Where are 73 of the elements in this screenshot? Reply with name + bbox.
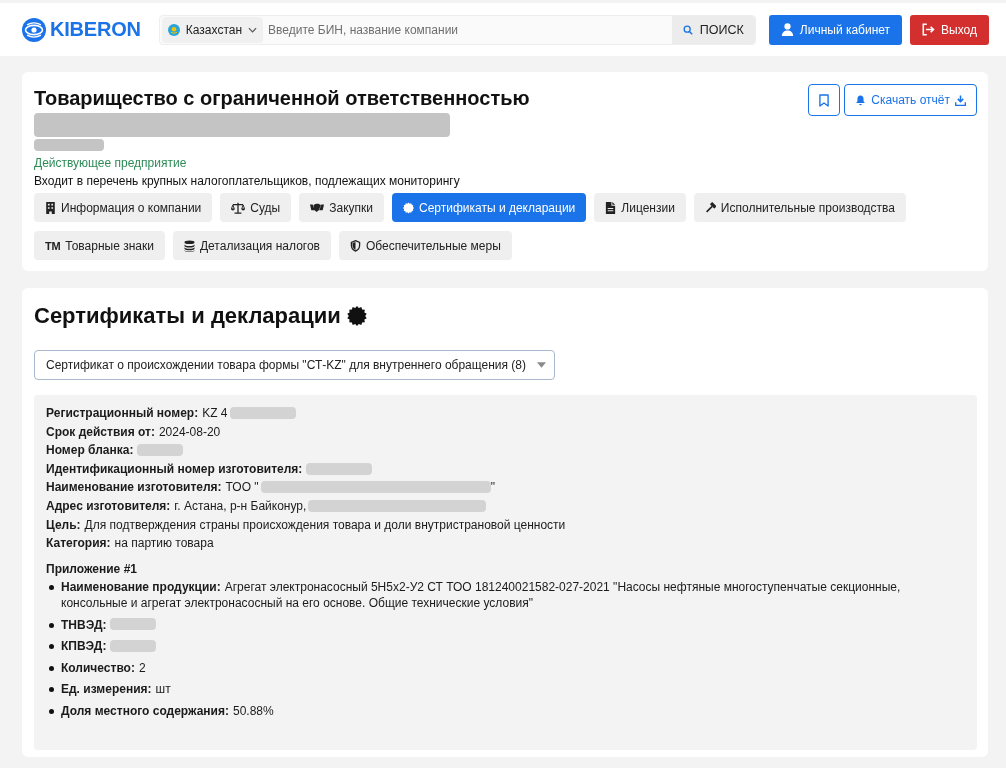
- bullet-icon: [49, 644, 54, 650]
- field-text: Наименование продукции: Агрегат электронасосный 5Н5х2-У2 СТ ТОО 181240021582-027-2021 "Насосы нефтяные многоступенчатые секционные, консольные и агрегат электронасосный на его основе. Общие технические условия": [61, 580, 901, 610]
- certificate-type-select[interactable]: Сертификат о происхождении товара формы "СТ-KZ" для внутреннего обращения (8): [34, 350, 555, 380]
- field-text: Количество: 2: [61, 660, 146, 675]
- company-legal-form: Товарищество с ограниченной ответственностью: [34, 86, 530, 111]
- section-tab[interactable]: Лицензии: [594, 193, 686, 222]
- certificate-badge-icon: [346, 306, 367, 326]
- field-value: ТОО ": [225, 480, 259, 495]
- bullet-icon: [49, 665, 54, 671]
- building-icon: [45, 201, 56, 214]
- redacted-text: [110, 639, 157, 652]
- redacted-text: [306, 462, 373, 475]
- bullet-icon: [49, 687, 54, 693]
- field-label: Идентификационный номер изготовителя:: [46, 461, 303, 476]
- field-text: Ед. измерения: шт: [61, 682, 171, 697]
- field-label: Номер бланка:: [46, 443, 134, 458]
- bullet-icon: [49, 622, 54, 628]
- field-label: Адрес изготовителя:: [46, 498, 171, 513]
- section-tab[interactable]: Обеспечительные меры: [338, 231, 512, 260]
- field-label: КПВЭД:: [61, 639, 107, 654]
- field-text: Срок действия от: 2024-08-20: [46, 424, 221, 439]
- logo-icon[interactable]: [22, 17, 46, 42]
- section-title: Сертификаты и декларации: [34, 302, 341, 330]
- section-tab[interactable]: Информация о компании: [34, 193, 213, 222]
- field-value: ": [490, 480, 495, 495]
- sign-out-icon: [922, 23, 936, 36]
- trademark-icon: TM: [45, 239, 61, 252]
- chevron-down-icon: [248, 26, 258, 33]
- scales-icon: [231, 201, 246, 214]
- field-value: KZ 4: [202, 406, 228, 420]
- field-label: Наименование изготовителя:: [46, 480, 222, 495]
- logo-text[interactable]: KIBERON: [50, 18, 141, 41]
- certificate-badge-icon: [403, 201, 414, 214]
- section-tab[interactable]: Детализация налогов: [172, 231, 331, 260]
- redacted-text: [110, 618, 157, 631]
- section-tab[interactable]: TM Товарные знаки: [34, 231, 165, 260]
- caret-icon: [537, 362, 546, 368]
- search-bar[interactable]: Казахстан Введите БИН, название компании ПОИСК: [158, 14, 756, 45]
- redacted-text: [137, 444, 184, 456]
- field-value: г. Астана, р-н Байконур,: [174, 498, 307, 513]
- field-text: Цель: Для подтверждения страны происхождения товара и доли внутристрановой ценности: [46, 517, 566, 532]
- download-report-button[interactable]: Скачать отчёт: [844, 84, 977, 116]
- gavel-icon: [704, 201, 716, 214]
- company-note: Входит в перечень крупных налогоплательщиков, подлежащих мониторингу: [34, 173, 461, 190]
- logout-button[interactable]: Выход: [910, 14, 989, 45]
- appendix-title: Приложение #1: [46, 561, 138, 578]
- company-status: Действующее предприятие: [34, 155, 188, 172]
- bookmark-button[interactable]: [808, 84, 841, 116]
- section-tab[interactable]: Исполнительные производства: [693, 193, 906, 222]
- shield-icon: [349, 239, 361, 252]
- account-button[interactable]: Личный кабинет: [768, 14, 903, 45]
- file-icon: [605, 201, 617, 214]
- flag-icon: [167, 23, 180, 36]
- user-icon: [780, 23, 794, 36]
- search-button[interactable]: ПОИСК: [671, 15, 755, 44]
- field-label: ТНВЭД:: [61, 617, 107, 632]
- bullet-icon: [49, 708, 54, 714]
- field-text: Категория: на партию товара: [46, 536, 214, 551]
- bullet-icon: [49, 585, 54, 591]
- country-select[interactable]: Казахстан: [161, 16, 264, 43]
- field-label: Регистрационный номер:: [46, 406, 199, 420]
- coins-icon: [183, 239, 195, 252]
- handshake-icon: [310, 201, 325, 214]
- redacted-text: [34, 139, 104, 151]
- section-tab[interactable]: Закупки: [299, 193, 384, 222]
- section-tab[interactable]: Сертификаты и декларации: [392, 193, 587, 222]
- redacted-text: [229, 406, 296, 419]
- section-tab[interactable]: Суды: [220, 193, 292, 222]
- download-icon: [955, 94, 966, 106]
- bell-icon: [855, 94, 867, 106]
- field-text: Доля местного содержания: 50.88%: [61, 703, 274, 718]
- bookmark-icon: [819, 93, 830, 107]
- search-icon: [682, 24, 693, 35]
